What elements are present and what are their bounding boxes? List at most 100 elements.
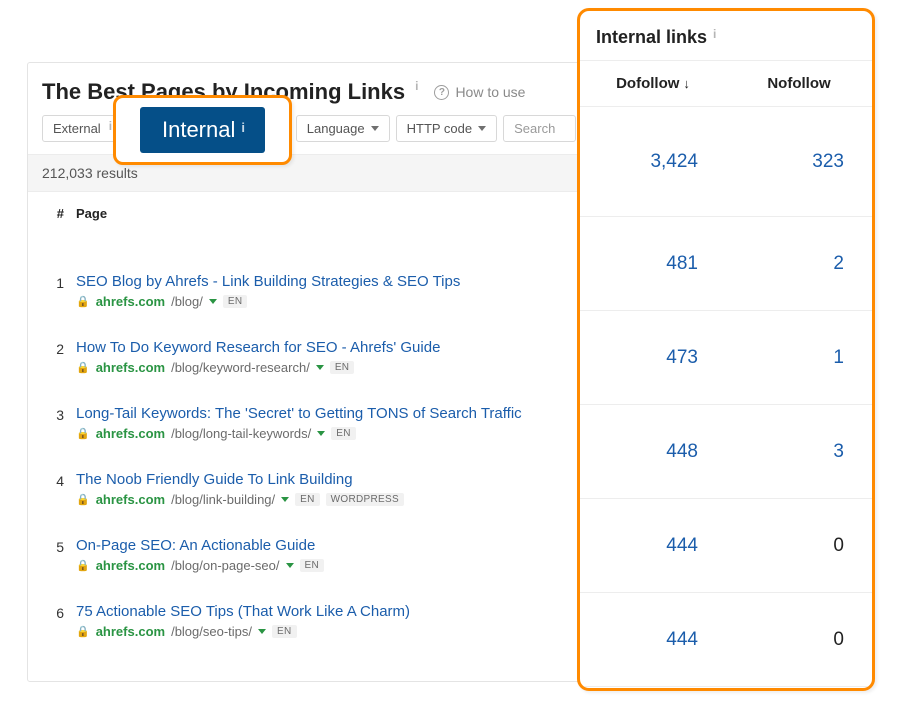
nofollow-value[interactable]: 3 <box>726 441 872 463</box>
page-title-link[interactable]: SEO Blog by Ahrefs - Link Building Strat… <box>76 273 460 290</box>
internal-links-row: 4731 <box>580 311 872 405</box>
tag-badge: EN <box>330 361 355 374</box>
internal-filter-callout: Internal i <box>113 95 292 165</box>
lock-icon: 🔒 <box>76 493 90 506</box>
filter-language-label: Language <box>307 121 365 136</box>
column-header-index[interactable]: # <box>42 206 76 221</box>
chevron-down-icon[interactable] <box>258 629 266 634</box>
page-domain[interactable]: ahrefs.com <box>96 294 165 309</box>
internal-links-row: 4440 <box>580 499 872 593</box>
question-icon: ? <box>434 85 449 100</box>
page-title-link[interactable]: How To Do Keyword Research for SEO - Ahr… <box>76 339 440 356</box>
row-index: 6 <box>42 603 76 639</box>
table-row: 2How To Do Keyword Research for SEO - Ah… <box>42 325 577 391</box>
chevron-down-icon[interactable] <box>316 365 324 370</box>
how-to-use-label: How to use <box>455 84 525 100</box>
page-path[interactable]: /blog/on-page-seo/ <box>171 558 279 573</box>
page-title-link[interactable]: The Noob Friendly Guide To Link Building <box>76 471 353 488</box>
nofollow-value[interactable]: 1 <box>726 347 872 369</box>
info-icon[interactable]: i <box>713 27 716 41</box>
lock-icon: 🔒 <box>76 625 90 638</box>
dofollow-value[interactable]: 444 <box>580 629 726 651</box>
filter-external[interactable]: External i <box>42 115 123 142</box>
nofollow-value[interactable]: 323 <box>726 151 872 173</box>
page-cell: How To Do Keyword Research for SEO - Ahr… <box>76 339 577 375</box>
page-domain[interactable]: ahrefs.com <box>96 360 165 375</box>
internal-links-title: Internal links <box>596 27 707 48</box>
sort-desc-icon: ↓ <box>683 76 690 91</box>
page-cell: 75 Actionable SEO Tips (That Work Like A… <box>76 603 577 639</box>
table-row: 3Long-Tail Keywords: The 'Secret' to Get… <box>42 391 577 457</box>
page-path[interactable]: /blog/long-tail-keywords/ <box>171 426 311 441</box>
column-header-dofollow[interactable]: Dofollow ↓ <box>580 61 726 106</box>
chevron-down-icon[interactable] <box>286 563 294 568</box>
filter-language[interactable]: Language <box>296 115 390 142</box>
column-header-page[interactable]: Page <box>76 206 577 221</box>
page-path[interactable]: /blog/link-building/ <box>171 492 275 507</box>
page-path[interactable]: /blog/seo-tips/ <box>171 624 252 639</box>
filter-internal-button[interactable]: Internal i <box>140 107 265 153</box>
page-url-line: 🔒 ahrefs.com/blog/EN <box>76 294 577 309</box>
page-cell: The Noob Friendly Guide To Link Building… <box>76 471 577 507</box>
dofollow-value[interactable]: 444 <box>580 535 726 557</box>
chevron-down-icon[interactable] <box>317 431 325 436</box>
page-cell: SEO Blog by Ahrefs - Link Building Strat… <box>76 273 577 309</box>
info-icon: i <box>241 120 245 135</box>
internal-links-row: 4440 <box>580 593 872 687</box>
results-count: 212,033 results <box>28 154 591 192</box>
lock-icon: 🔒 <box>76 361 90 374</box>
table-row: 1SEO Blog by Ahrefs - Link Building Stra… <box>42 259 577 325</box>
nofollow-value: 0 <box>726 629 872 651</box>
column-header-nofollow[interactable]: Nofollow <box>726 61 872 106</box>
tag-badge: EN <box>300 559 325 572</box>
page-title-link[interactable]: On-Page SEO: An Actionable Guide <box>76 537 315 554</box>
dofollow-value[interactable]: 473 <box>580 347 726 369</box>
tag-badge: WORDPRESS <box>326 493 404 506</box>
page-url-line: 🔒ahrefs.com/blog/long-tail-keywords/EN <box>76 426 577 441</box>
search-input[interactable]: Search <box>503 115 576 142</box>
page-cell: On-Page SEO: An Actionable Guide 🔒 ahrefs.… <box>76 537 577 573</box>
row-index: 2 <box>42 339 76 375</box>
filter-external-label: External <box>53 121 101 136</box>
tag-badge: EN <box>223 295 248 308</box>
row-index: 1 <box>42 273 76 309</box>
how-to-use-link[interactable]: ? How to use <box>434 84 525 100</box>
page-url-line: 🔒 ahrefs.com/blog/on-page-seo/EN <box>76 558 577 573</box>
row-index: 4 <box>42 471 76 507</box>
page-title-link[interactable]: 75 Actionable SEO Tips (That Work Like A… <box>76 603 410 620</box>
page-url-line: 🔒ahrefs.com/blog/seo-tips/EN <box>76 624 577 639</box>
filter-http-code[interactable]: HTTP code <box>396 115 498 142</box>
lock-icon: 🔒 <box>76 559 90 572</box>
row-index: 5 <box>42 537 76 573</box>
nofollow-value: 0 <box>726 535 872 557</box>
chevron-down-icon[interactable] <box>209 299 217 304</box>
page-domain[interactable]: ahrefs.com <box>96 558 165 573</box>
page-path[interactable]: /blog/keyword-research/ <box>171 360 310 375</box>
internal-links-row: 4483 <box>580 405 872 499</box>
dofollow-value[interactable]: 481 <box>580 253 726 275</box>
filter-internal-label: Internal <box>162 117 235 143</box>
page-url-line: 🔒 ahrefs.com/blog/link-building/EN WORDPRE… <box>76 492 577 507</box>
nofollow-value[interactable]: 2 <box>726 253 872 275</box>
dofollow-value[interactable]: 448 <box>580 441 726 463</box>
info-icon[interactable]: i <box>415 79 418 93</box>
info-icon: i <box>109 119 112 133</box>
chevron-down-icon[interactable] <box>281 497 289 502</box>
page-domain[interactable]: ahrefs.com <box>96 624 165 639</box>
internal-links-row: 4812 <box>580 217 872 311</box>
internal-links-row: 3,424323 <box>580 107 872 217</box>
page-domain[interactable]: ahrefs.com <box>96 426 165 441</box>
row-index: 3 <box>42 405 76 441</box>
dofollow-value[interactable]: 3,424 <box>580 151 726 173</box>
tag-badge: EN <box>295 493 320 506</box>
table-row: 675 Actionable SEO Tips (That Work Like … <box>42 589 577 655</box>
page-title-link[interactable]: Long-Tail Keywords: The 'Secret' to Gett… <box>76 405 522 422</box>
column-header-dofollow-label: Dofollow <box>616 75 679 92</box>
page-domain[interactable]: ahrefs.com <box>96 492 165 507</box>
lock-icon: 🔒 <box>76 295 90 308</box>
column-header-nofollow-label: Nofollow <box>767 75 830 92</box>
internal-links-callout-panel: Internal links i Dofollow ↓ Nofollow 3,4… <box>577 8 875 691</box>
page-path[interactable]: /blog/ <box>171 294 203 309</box>
chevron-down-icon <box>478 126 486 131</box>
tag-badge: EN <box>331 427 356 440</box>
